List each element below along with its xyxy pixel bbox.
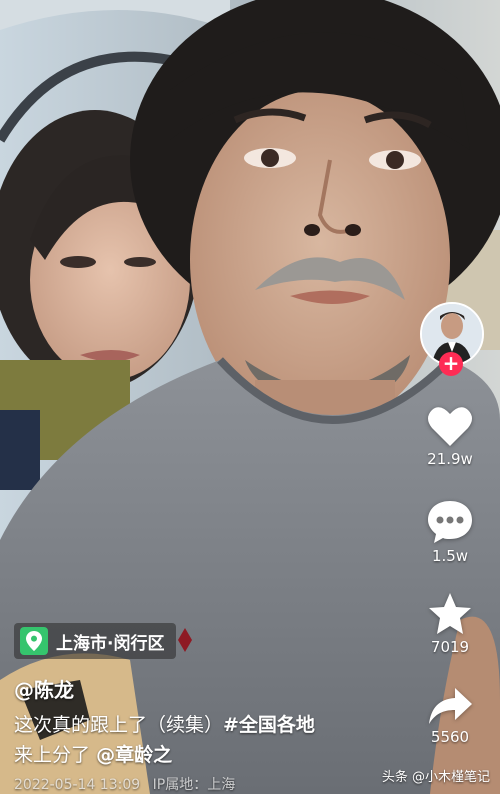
like-button[interactable]: 21.9w	[408, 404, 492, 468]
hashtag-link[interactable]: #全国各地	[223, 714, 315, 736]
post-timestamp: 2022-05-14 13:09	[14, 777, 141, 793]
location-label: 上海市·闵行区	[56, 633, 165, 654]
follow-button[interactable]: +	[439, 352, 463, 376]
favorite-button[interactable]: 7019	[408, 592, 492, 656]
comment-count: 1.5w	[431, 547, 469, 565]
share-button[interactable]: 5560	[408, 686, 492, 746]
map-pin-icon	[20, 627, 48, 655]
comment-button[interactable]: 1.5w	[408, 499, 492, 565]
caption-text: 这次真的跟上了（续集）	[14, 714, 224, 736]
caption-text-2: 来上分了	[14, 744, 91, 766]
source-watermark: 头条 @小木槿笔记	[381, 770, 490, 785]
ip-location: IP属地：上海	[152, 777, 236, 793]
author-avatar-button[interactable]: +	[420, 302, 484, 380]
author-name[interactable]: @陈龙	[14, 674, 74, 703]
star-icon	[408, 592, 492, 636]
video-frame[interactable]	[0, 0, 500, 794]
video-caption: 这次真的跟上了（续集）#全国各地 来上分了 @章龄之	[14, 710, 414, 770]
share-count: 5560	[430, 728, 470, 746]
share-arrow-icon	[408, 686, 492, 726]
heart-icon	[408, 404, 492, 448]
plus-icon: +	[442, 351, 460, 375]
mention-link[interactable]: @章龄之	[96, 744, 172, 766]
caption-line-2: 来上分了 @章龄之	[14, 740, 414, 770]
like-count: 21.9w	[427, 450, 473, 468]
post-meta: 2022-05-14 13:09 IP属地：上海	[14, 774, 243, 794]
location-tag[interactable]: 上海市·闵行区	[14, 623, 177, 659]
video-still-image	[0, 0, 500, 794]
caption-line-1: 这次真的跟上了（续集）#全国各地	[14, 710, 414, 740]
favorite-count: 7019	[430, 638, 470, 656]
comment-icon	[408, 499, 492, 545]
